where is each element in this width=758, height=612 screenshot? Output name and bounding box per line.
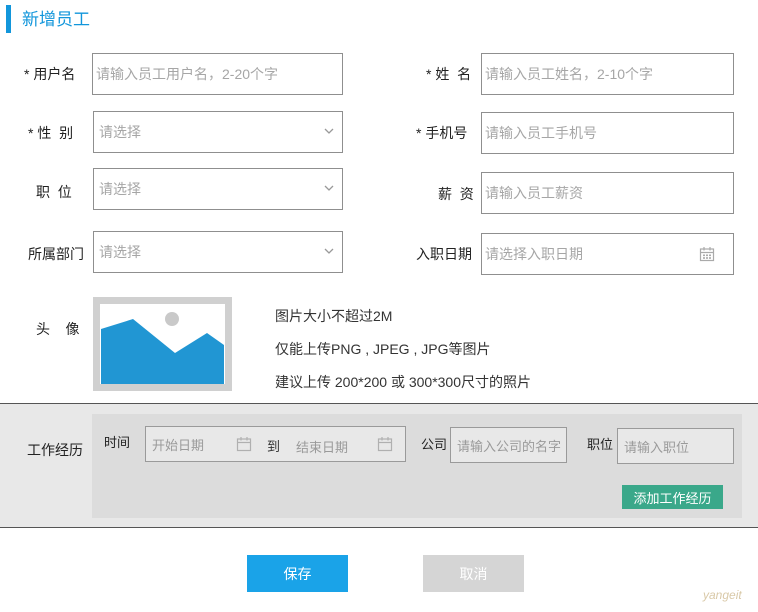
avatar-hint-dimension: 建议上传 200*200 或 300*300尺寸的照片 [275,374,531,390]
gender-select[interactable]: 请选择 [93,111,343,153]
salary-label: 薪 资 [438,186,474,202]
department-label: 所属部门 [28,246,84,262]
username-label: * 用户名 [24,66,76,82]
name-label: * 姓 名 [426,66,472,82]
end-date-placeholder: 结束日期 [296,440,349,455]
username-placeholder: 请输入员工用户名，2-20个字 [96,66,279,82]
avatar-hint-format: 仅能上传PNG , JPEG , JPG等图片 [275,341,491,357]
salary-placeholder: 请输入员工薪资 [485,185,583,201]
phone-label: * 手机号 [416,125,468,141]
watermark: yangeit [703,588,742,602]
job-placeholder: 请输入职位 [624,439,690,455]
position-label: 职 位 [36,184,72,200]
work-job-label: 职位 [587,437,614,452]
work-date-range[interactable]: 开始日期 到 结束日期 [145,426,406,462]
image-placeholder-icon [100,304,225,384]
chevron-down-icon [324,185,334,191]
chevron-down-icon [324,248,334,254]
start-date-placeholder: 开始日期 [152,437,205,453]
department-select[interactable]: 请选择 [93,231,343,273]
hire-date-label: 入职日期 [416,246,472,262]
work-experience-label: 工作经历 [27,442,83,458]
company-placeholder: 请输入公司的名字 [457,438,562,454]
page-title: 新增员工 [22,10,90,29]
hire-date-picker[interactable]: 请选择入职日期 [481,233,734,275]
add-work-experience-button[interactable]: 添加工作经历 [622,485,723,509]
title-accent-bar [6,5,11,33]
phone-input[interactable]: 请输入员工手机号 [481,112,734,154]
avatar-hint-size: 图片大小不超过2M [275,308,393,324]
save-button[interactable]: 保存 [247,555,348,592]
chevron-down-icon [324,128,334,134]
work-job-input[interactable]: 请输入职位 [617,428,734,464]
position-select[interactable]: 请选择 [93,168,343,210]
name-placeholder: 请输入员工姓名，2-10个字 [485,66,654,82]
work-company-input[interactable]: 请输入公司的名字 [450,427,567,463]
salary-input[interactable]: 请输入员工薪资 [481,172,734,214]
avatar-upload[interactable] [93,297,232,391]
name-input[interactable]: 请输入员工姓名，2-10个字 [481,53,734,95]
hire-date-placeholder: 请选择入职日期 [485,246,583,262]
gender-placeholder: 请选择 [99,124,141,140]
gender-label: * 性 别 [28,125,74,141]
phone-placeholder: 请输入员工手机号 [485,125,597,141]
cancel-button[interactable]: 取消 [423,555,524,592]
work-company-label: 公司 [421,437,448,452]
position-placeholder: 请选择 [99,181,141,197]
avatar-label: 头 像 [36,321,80,337]
calendar-icon [699,247,715,262]
work-time-label: 时间 [104,435,131,450]
calendar-icon [377,437,393,452]
calendar-icon [236,437,252,452]
date-range-separator: 到 [267,439,281,454]
department-placeholder: 请选择 [99,244,141,260]
username-input[interactable]: 请输入员工用户名，2-20个字 [92,53,343,95]
